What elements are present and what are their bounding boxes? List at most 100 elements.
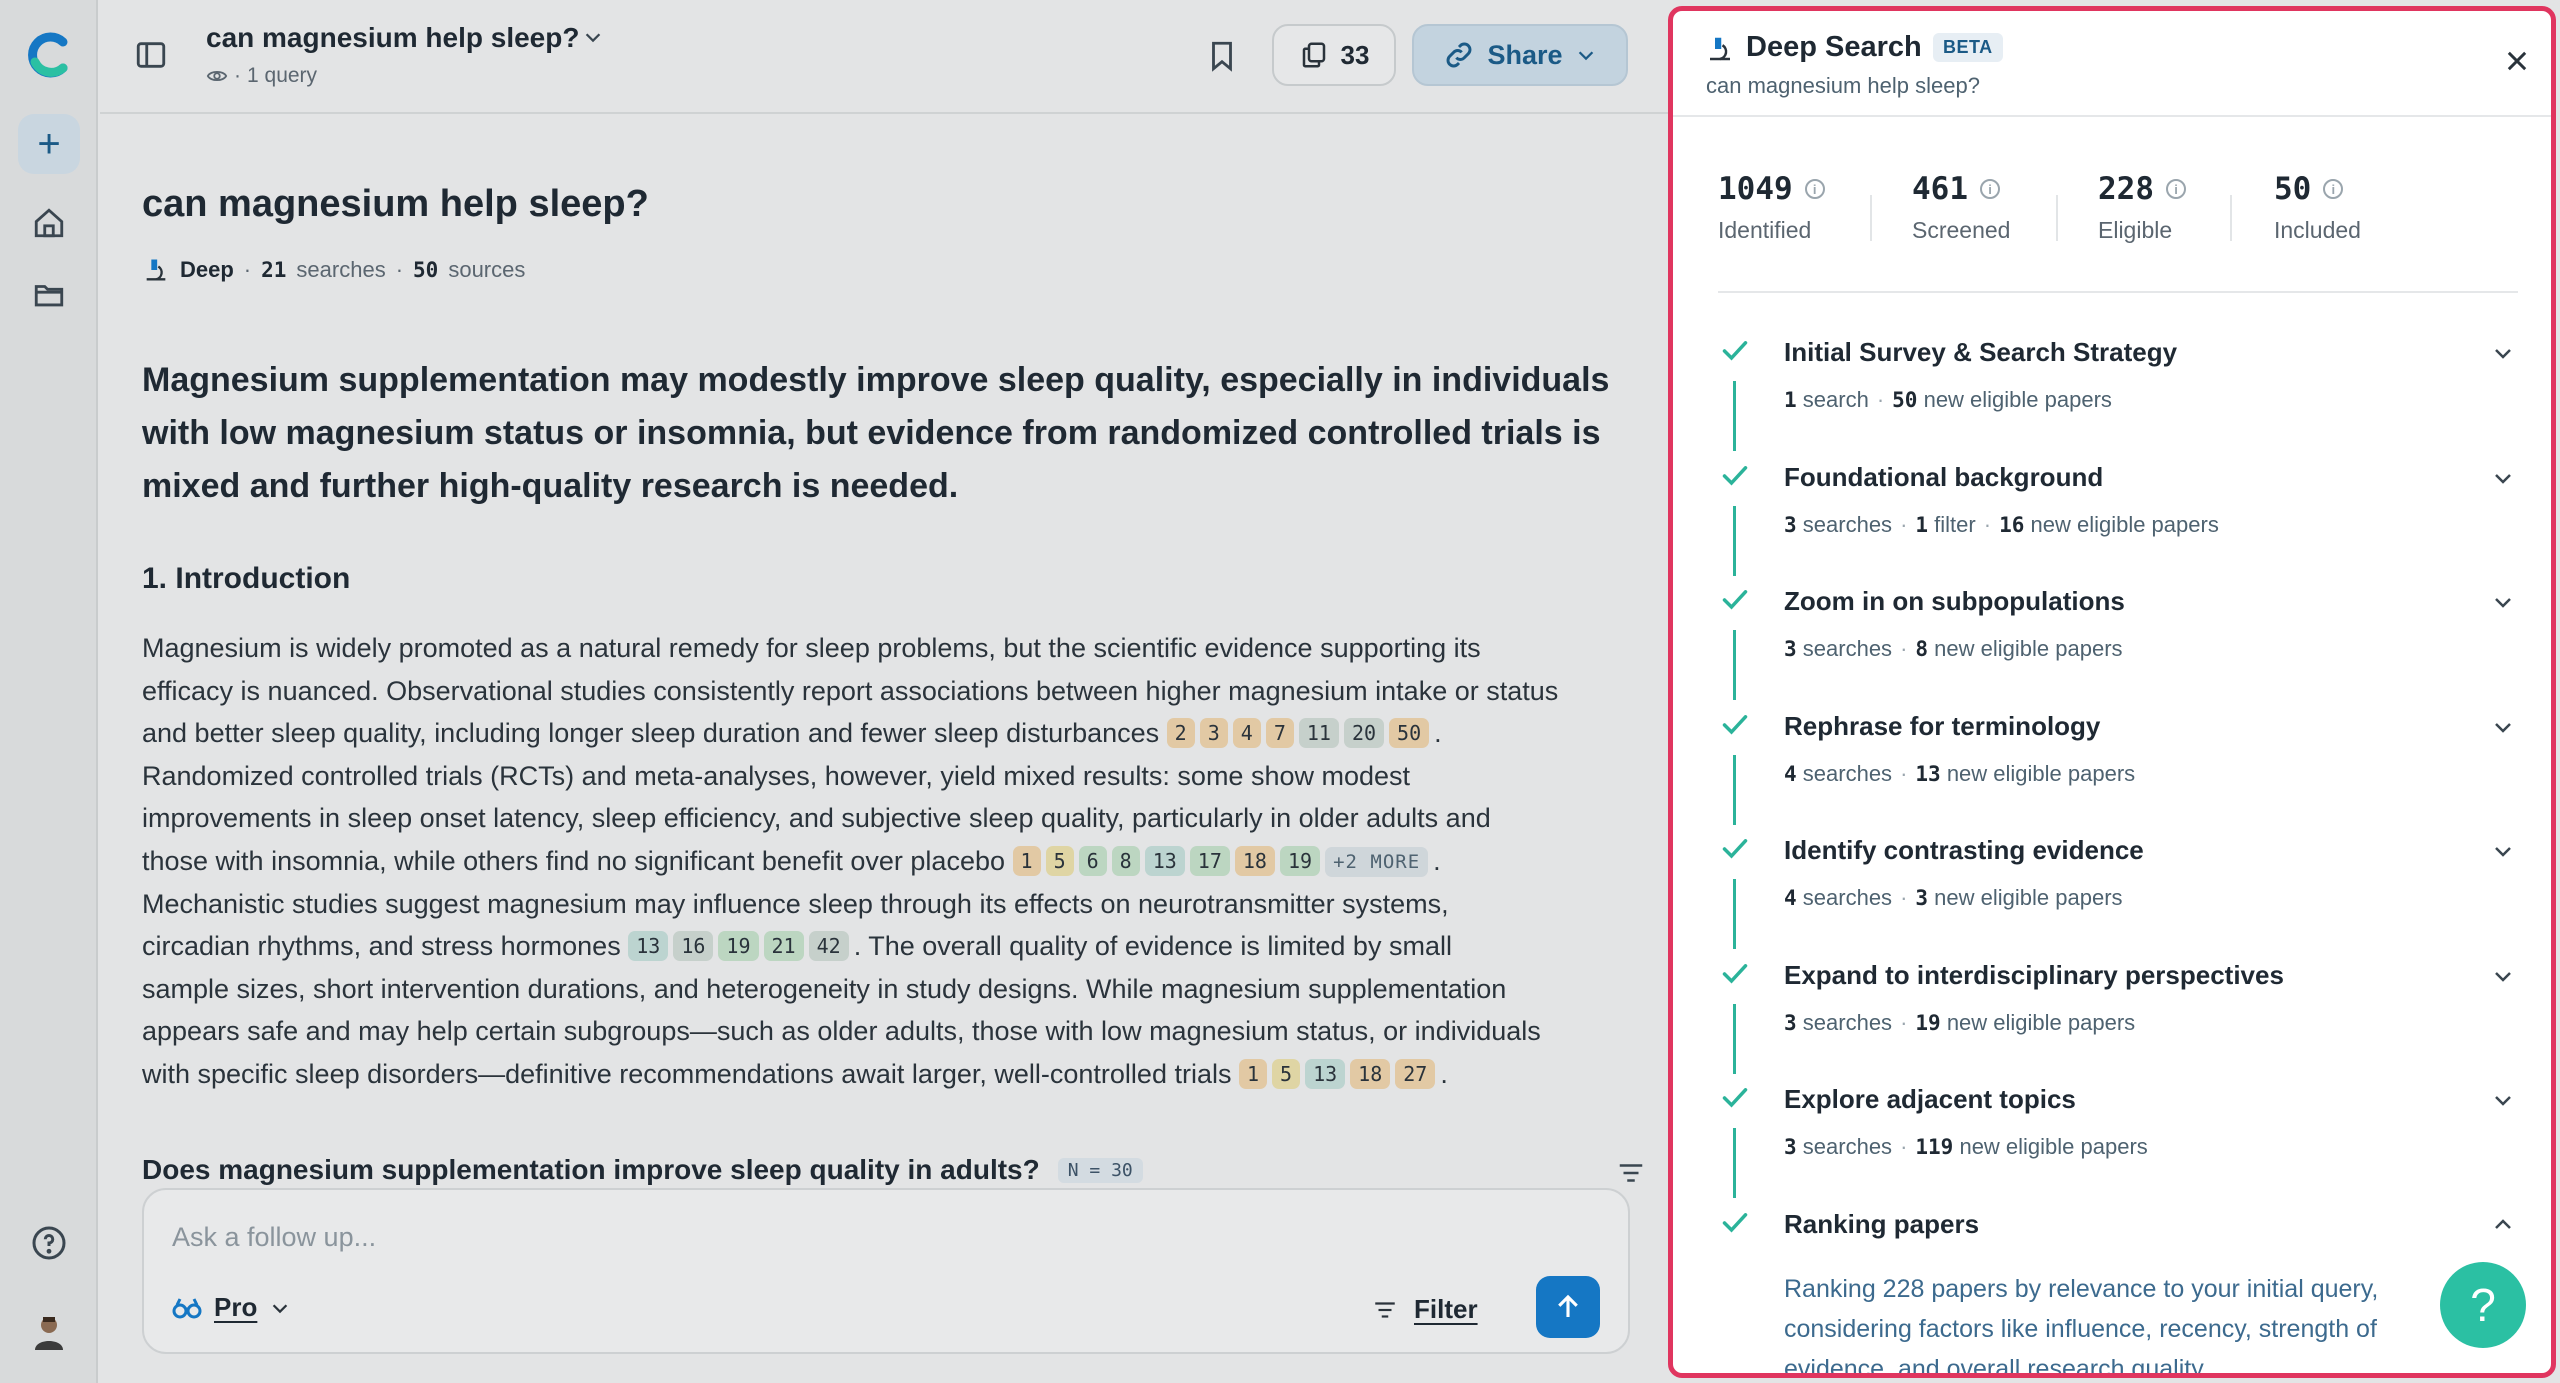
check-icon [1721, 837, 1749, 866]
new-search-button[interactable]: + [18, 114, 80, 174]
step-row[interactable]: Foundational background 3 searches · 1 filt… [1673, 458, 2551, 582]
citation-chip[interactable]: 27 [1395, 1058, 1436, 1089]
help-chat-button[interactable]: ? [2440, 1262, 2526, 1348]
step-details: 3 searches · 119 new eligible papers [1784, 1134, 2148, 1159]
step-details: 1 search · 50 new eligible papers [1784, 387, 2112, 412]
citation-chip[interactable]: 16 [673, 931, 714, 962]
mode-selector-label: Pro [214, 1292, 258, 1322]
sources-count-button[interactable]: 33 [1272, 24, 1396, 86]
chevron-down-icon[interactable] [2491, 839, 2515, 868]
citation-chip[interactable]: 19 [718, 931, 759, 962]
step-row[interactable]: Zoom in on subpopulations 3 searches · 8 ne… [1673, 582, 2551, 706]
chevron-down-icon[interactable] [2491, 341, 2515, 370]
step-title: Initial Survey & Search Strategy [1784, 337, 2178, 367]
para-line: Randomized controlled trials (RCTs) and … [142, 760, 1411, 791]
bookmark-icon[interactable] [1205, 38, 1239, 79]
stat-identified: 1049 i Identified [1718, 171, 1825, 244]
thread-title[interactable]: can magnesium help sleep? [206, 22, 579, 54]
stat-included: 50 i Included [2274, 171, 2361, 243]
check-icon [1721, 339, 1749, 368]
question-heading[interactable]: Does magnesium supplementation improve s… [142, 1154, 1632, 1190]
top-bar: can magnesium help sleep? · 1 query 33 S… [100, 0, 1668, 114]
info-icon[interactable]: i [1804, 179, 1825, 199]
filter-icon [1375, 1301, 1395, 1318]
section-heading: 1. Introduction [142, 562, 351, 595]
close-icon[interactable] [2503, 47, 2531, 80]
step-title: Ranking papers [1784, 1208, 1980, 1239]
step-title: Rephrase for terminology [1784, 710, 2101, 741]
check-icon [1721, 1086, 1749, 1115]
home-icon[interactable] [30, 204, 68, 242]
citation-chip[interactable]: 50 [1389, 718, 1430, 749]
info-icon[interactable]: i [2166, 179, 2186, 199]
chevron-up-icon[interactable] [2491, 1213, 2515, 1242]
eye-icon [206, 70, 228, 82]
citation-chip[interactable]: 4 [1232, 718, 1261, 749]
step-row[interactable]: Rephrase for terminology 4 searches · 13 ne… [1673, 707, 2551, 831]
searches-label: searches [296, 257, 386, 282]
citation-chip[interactable]: 19 [1279, 845, 1321, 876]
citation-chip[interactable]: 13 [1144, 845, 1185, 876]
citation-chip[interactable]: 18 [1350, 1058, 1391, 1089]
step-row[interactable]: Initial Survey & Search Strategy 1 search… [1673, 333, 2551, 457]
para-line: appears safe and may help certain subgro… [142, 1016, 1541, 1047]
chevron-down-icon[interactable] [582, 26, 604, 53]
step-title: Foundational background [1784, 461, 2104, 492]
citation-chip[interactable]: 42 [808, 931, 849, 962]
citation-chip[interactable]: 13 [1305, 1058, 1346, 1089]
sources-label: sources [448, 257, 526, 282]
sidebar-toggle-icon[interactable] [134, 38, 170, 74]
stat-eligible: 228 i Eligible [2098, 171, 2186, 244]
chevron-down-icon[interactable] [2491, 590, 2515, 619]
citation-chip[interactable]: 5 [1045, 845, 1074, 876]
stat-screened: 461 i Screened [1912, 171, 2011, 243]
microscope-icon [1705, 33, 1735, 70]
panel-header: Deep Search BETA can magnesium help slee… [1673, 11, 2551, 117]
citation-chip[interactable]: 13 [628, 931, 669, 962]
para-line: and better sleep quality, including long… [142, 718, 1442, 749]
step-row[interactable]: Expand to interdisciplinary perspectives… [1673, 956, 2551, 1080]
citation-chip[interactable]: 6 [1078, 845, 1107, 876]
citation-chip[interactable]: 2 [1166, 718, 1195, 749]
more-citations-chip[interactable]: +2 MORE [1325, 846, 1429, 877]
check-icon [1721, 962, 1749, 991]
citation-chip[interactable]: 7 [1265, 718, 1294, 749]
microscope-icon [146, 259, 166, 281]
send-button[interactable] [1536, 1276, 1600, 1338]
citation-chip[interactable]: 5 [1272, 1058, 1301, 1089]
citation-chip[interactable]: 21 [763, 931, 804, 962]
step-details: 4 searches · 13 new eligible papers [1784, 760, 2136, 786]
info-icon[interactable]: i [1980, 179, 2000, 199]
copy-icon [1302, 42, 1325, 68]
step-row[interactable]: Identify contrasting evidence 4 searches ·… [1673, 831, 2551, 955]
folder-icon[interactable] [30, 276, 68, 314]
citation-chip[interactable]: 20 [1343, 718, 1385, 749]
avatar[interactable] [30, 1312, 68, 1350]
step-row[interactable]: Explore adjacent topics 3 searches · 119 ne… [1673, 1080, 2551, 1204]
follow-up-input[interactable]: Ask a follow up... [172, 1222, 376, 1253]
main-area: can magnesium help sleep? · 1 query 33 S… [100, 0, 1668, 1383]
help-circle-icon[interactable] [30, 1224, 68, 1262]
check-icon [1721, 464, 1749, 493]
citation-chip[interactable]: 8 [1111, 845, 1140, 876]
info-icon[interactable]: i [2323, 179, 2344, 199]
chevron-down-icon[interactable] [2491, 715, 2515, 744]
citation-chip[interactable]: 1 [1012, 845, 1041, 876]
share-button[interactable]: Share [1412, 24, 1628, 86]
citation-chip[interactable]: 18 [1234, 845, 1275, 876]
citation-chip[interactable]: 17 [1189, 845, 1230, 876]
citation-chip[interactable]: 3 [1199, 718, 1228, 749]
citation-chip[interactable]: 11 [1298, 718, 1339, 749]
sort-filter-icon[interactable] [1614, 1158, 1648, 1193]
mode-selector[interactable]: Pro [172, 1292, 291, 1323]
chevron-down-icon[interactable] [2491, 466, 2515, 495]
step-details: 3 searches · 1 filter · 16 new eligible pape… [1784, 511, 2219, 537]
searches-count: 21 [261, 258, 287, 282]
filter-button[interactable]: Filter [1370, 1294, 1478, 1325]
chevron-down-icon[interactable] [2491, 1088, 2515, 1117]
citation-chip[interactable]: 1 [1238, 1058, 1268, 1089]
follow-up-composer: Ask a follow up... Pro Filter [142, 1188, 1630, 1354]
app-logo[interactable] [27, 32, 71, 78]
chevron-down-icon[interactable] [2491, 964, 2515, 993]
panel-subtitle: can magnesium help sleep? [1706, 73, 1980, 98]
